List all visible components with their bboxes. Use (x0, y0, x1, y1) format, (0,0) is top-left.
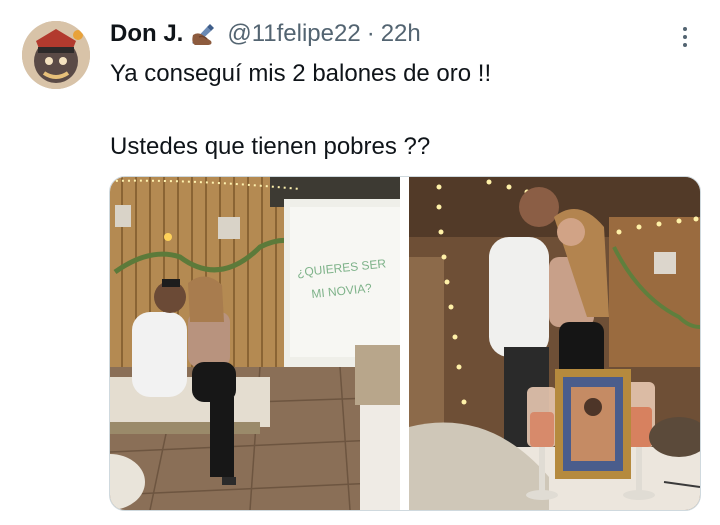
tweet[interactable]: Don J. @11felipe22 · 22h Ya conseguí mis… (0, 0, 720, 525)
author-avatar[interactable] (22, 21, 90, 89)
media-photo-2[interactable] (409, 177, 700, 510)
media-photo-1[interactable]: ¿QUIERES SER MI NOVIA? (110, 177, 400, 510)
tweet-text-line-2: Ustedes que tienen pobres ?? (110, 133, 431, 160)
tweet-header: Don J. @11felipe22 · 22h (110, 18, 421, 50)
timestamp[interactable]: 22h (381, 20, 421, 48)
author-handle[interactable]: @11felipe22 (227, 20, 360, 48)
author-name[interactable]: Don J. (110, 20, 183, 48)
tweet-media-grid: ¿QUIERES SER MI NOVIA? (109, 176, 701, 511)
separator-dot: · (366, 20, 375, 47)
more-options-icon[interactable] (676, 24, 694, 50)
writing-hand-icon (189, 21, 219, 47)
tweet-text-line-1: Ya conseguí mis 2 balones de oro !! (110, 60, 492, 87)
